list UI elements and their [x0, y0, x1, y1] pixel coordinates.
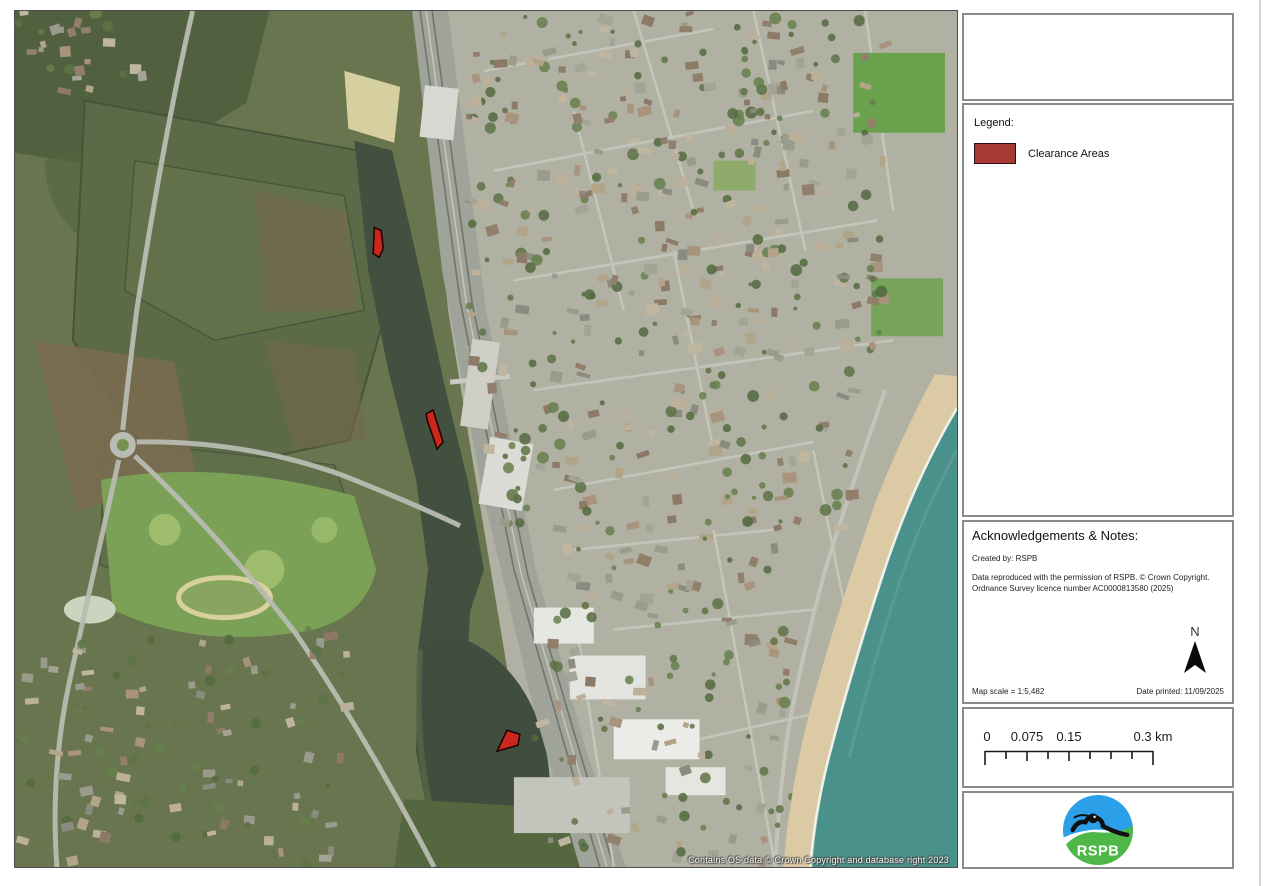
created-by-text: Created by: RSPB [972, 553, 1224, 564]
aerial-imagery [15, 11, 957, 867]
legend-item-clearance-areas: Clearance Areas [974, 143, 1222, 164]
map-canvas: Contains OS data © Crown Copyright and d… [14, 10, 958, 868]
rspb-logo: RSPB [1061, 793, 1135, 867]
title-box [962, 13, 1234, 101]
clearance-area-polygon [373, 227, 383, 257]
map-copyright-text: Contains OS data © Crown Copyright and d… [688, 855, 949, 865]
rspb-logo-text: RSPB [1077, 843, 1120, 859]
scalebar-label-0: 0 [983, 729, 990, 744]
north-label: N [1180, 624, 1210, 639]
print-layout-page: Contains OS data © Crown Copyright and d… [0, 0, 1266, 886]
acknowledgements-box: Acknowledgements & Notes: Created by: RS… [962, 520, 1234, 704]
scalebar-box: 0 0.075 0.15 0.3 km [962, 707, 1234, 788]
north-arrow-icon [1182, 640, 1208, 674]
attribution-text: Data reproduced with the permission of R… [972, 572, 1222, 594]
map-scale-text: Map scale = 1:5,482 [972, 687, 1044, 696]
legend-item-label: Clearance Areas [1028, 148, 1109, 160]
logo-box: RSPB [962, 791, 1234, 869]
north-arrow: N [1180, 624, 1210, 679]
date-printed-text: Date printed: 11/09/2025 [1137, 687, 1224, 696]
acknowledgements-heading: Acknowledgements & Notes: [972, 528, 1224, 543]
clearance-areas-swatch [974, 143, 1016, 164]
scalebar-label-3km: 0.3 km [1133, 729, 1172, 744]
scalebar-ticks [984, 750, 1160, 768]
legend-heading: Legend: [974, 117, 1222, 129]
scalebar-label-075: 0.075 [1011, 729, 1044, 744]
page-edge-line [1259, 0, 1261, 886]
legend-box: Legend: Clearance Areas [962, 103, 1234, 517]
scalebar-label-15: 0.15 [1056, 729, 1081, 744]
scalebar: 0 0.075 0.15 0.3 km [984, 729, 1214, 781]
